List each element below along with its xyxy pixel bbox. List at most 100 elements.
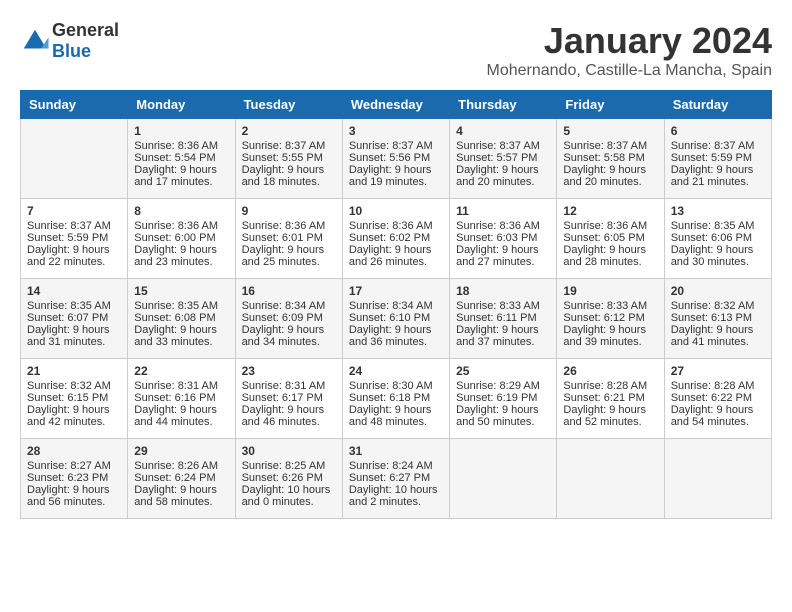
day-number: 5 (563, 124, 657, 138)
daylight-text: Daylight: 9 hours and 44 minutes. (134, 404, 228, 428)
daylight-text: Daylight: 10 hours and 2 minutes. (349, 484, 443, 508)
day-number: 12 (563, 204, 657, 218)
daylight-text: Daylight: 10 hours and 0 minutes. (242, 484, 336, 508)
calendar-week-row: 7Sunrise: 8:37 AMSunset: 5:59 PMDaylight… (21, 199, 772, 279)
sunset-text: Sunset: 6:05 PM (563, 232, 657, 244)
daylight-text: Daylight: 9 hours and 37 minutes. (456, 324, 550, 348)
calendar-week-row: 28Sunrise: 8:27 AMSunset: 6:23 PMDayligh… (21, 439, 772, 519)
calendar-title: January 2024 (487, 20, 773, 62)
day-number: 1 (134, 124, 228, 138)
calendar-cell: 27Sunrise: 8:28 AMSunset: 6:22 PMDayligh… (664, 359, 771, 439)
sunrise-text: Sunrise: 8:34 AM (349, 300, 443, 312)
sunset-text: Sunset: 5:57 PM (456, 152, 550, 164)
calendar-cell: 21Sunrise: 8:32 AMSunset: 6:15 PMDayligh… (21, 359, 128, 439)
sunset-text: Sunset: 5:59 PM (671, 152, 765, 164)
sunrise-text: Sunrise: 8:33 AM (456, 300, 550, 312)
sunrise-text: Sunrise: 8:26 AM (134, 460, 228, 472)
sunrise-text: Sunrise: 8:34 AM (242, 300, 336, 312)
calendar-cell (557, 439, 664, 519)
sunset-text: Sunset: 6:02 PM (349, 232, 443, 244)
calendar-cell: 16Sunrise: 8:34 AMSunset: 6:09 PMDayligh… (235, 279, 342, 359)
day-number: 26 (563, 364, 657, 378)
day-number: 14 (27, 284, 121, 298)
daylight-text: Daylight: 9 hours and 21 minutes. (671, 164, 765, 188)
day-number: 22 (134, 364, 228, 378)
sunset-text: Sunset: 6:18 PM (349, 392, 443, 404)
sunset-text: Sunset: 6:06 PM (671, 232, 765, 244)
sunset-text: Sunset: 6:19 PM (456, 392, 550, 404)
sunset-text: Sunset: 6:10 PM (349, 312, 443, 324)
calendar-cell: 13Sunrise: 8:35 AMSunset: 6:06 PMDayligh… (664, 199, 771, 279)
daylight-text: Daylight: 9 hours and 56 minutes. (27, 484, 121, 508)
sunset-text: Sunset: 5:58 PM (563, 152, 657, 164)
daylight-text: Daylight: 9 hours and 31 minutes. (27, 324, 121, 348)
sunset-text: Sunset: 6:24 PM (134, 472, 228, 484)
sunrise-text: Sunrise: 8:36 AM (456, 220, 550, 232)
day-number: 21 (27, 364, 121, 378)
logo: General Blue (20, 20, 119, 62)
calendar-cell: 20Sunrise: 8:32 AMSunset: 6:13 PMDayligh… (664, 279, 771, 359)
day-number: 2 (242, 124, 336, 138)
sunrise-text: Sunrise: 8:36 AM (349, 220, 443, 232)
day-number: 28 (27, 444, 121, 458)
sunrise-text: Sunrise: 8:29 AM (456, 380, 550, 392)
calendar-week-row: 14Sunrise: 8:35 AMSunset: 6:07 PMDayligh… (21, 279, 772, 359)
calendar-cell: 3Sunrise: 8:37 AMSunset: 5:56 PMDaylight… (342, 119, 449, 199)
day-number: 20 (671, 284, 765, 298)
sunset-text: Sunset: 6:08 PM (134, 312, 228, 324)
day-number: 23 (242, 364, 336, 378)
sunset-text: Sunset: 6:09 PM (242, 312, 336, 324)
calendar-cell: 28Sunrise: 8:27 AMSunset: 6:23 PMDayligh… (21, 439, 128, 519)
sunrise-text: Sunrise: 8:37 AM (671, 140, 765, 152)
sunrise-text: Sunrise: 8:36 AM (563, 220, 657, 232)
calendar-week-row: 1Sunrise: 8:36 AMSunset: 5:54 PMDaylight… (21, 119, 772, 199)
daylight-text: Daylight: 9 hours and 23 minutes. (134, 244, 228, 268)
day-number: 7 (27, 204, 121, 218)
day-number: 19 (563, 284, 657, 298)
daylight-text: Daylight: 9 hours and 20 minutes. (563, 164, 657, 188)
sunset-text: Sunset: 6:00 PM (134, 232, 228, 244)
sunset-text: Sunset: 5:59 PM (27, 232, 121, 244)
logo-text-blue: Blue (52, 41, 91, 61)
sunrise-text: Sunrise: 8:37 AM (242, 140, 336, 152)
sunset-text: Sunset: 6:26 PM (242, 472, 336, 484)
sunrise-text: Sunrise: 8:24 AM (349, 460, 443, 472)
sunset-text: Sunset: 6:03 PM (456, 232, 550, 244)
day-header-friday: Friday (557, 91, 664, 119)
calendar-cell: 29Sunrise: 8:26 AMSunset: 6:24 PMDayligh… (128, 439, 235, 519)
sunrise-text: Sunrise: 8:35 AM (134, 300, 228, 312)
calendar-cell: 12Sunrise: 8:36 AMSunset: 6:05 PMDayligh… (557, 199, 664, 279)
sunset-text: Sunset: 6:16 PM (134, 392, 228, 404)
sunrise-text: Sunrise: 8:28 AM (671, 380, 765, 392)
sunrise-text: Sunrise: 8:33 AM (563, 300, 657, 312)
calendar-cell (21, 119, 128, 199)
day-number: 10 (349, 204, 443, 218)
day-number: 4 (456, 124, 550, 138)
sunset-text: Sunset: 6:23 PM (27, 472, 121, 484)
calendar-week-row: 21Sunrise: 8:32 AMSunset: 6:15 PMDayligh… (21, 359, 772, 439)
sunrise-text: Sunrise: 8:30 AM (349, 380, 443, 392)
calendar-cell: 6 Sunrise: 8:37 AMSunset: 5:59 PMDaylight… (664, 119, 771, 199)
sunrise-text: Sunrise: 8:36 AM (134, 220, 228, 232)
sunset-text: Sunset: 6:11 PM (456, 312, 550, 324)
daylight-text: Daylight: 9 hours and 19 minutes. (349, 164, 443, 188)
daylight-text: Daylight: 9 hours and 46 minutes. (242, 404, 336, 428)
calendar-table: SundayMondayTuesdayWednesdayThursdayFrid… (20, 90, 772, 519)
sunrise-text: Sunrise: 8:35 AM (671, 220, 765, 232)
day-number: 15 (134, 284, 228, 298)
calendar-cell (450, 439, 557, 519)
calendar-cell: 1Sunrise: 8:36 AMSunset: 5:54 PMDaylight… (128, 119, 235, 199)
calendar-cell: 18Sunrise: 8:33 AMSunset: 6:11 PMDayligh… (450, 279, 557, 359)
calendar-cell: 24Sunrise: 8:30 AMSunset: 6:18 PMDayligh… (342, 359, 449, 439)
daylight-text: Daylight: 9 hours and 26 minutes. (349, 244, 443, 268)
sunrise-text: Sunrise: 8:36 AM (242, 220, 336, 232)
calendar-cell: 19Sunrise: 8:33 AMSunset: 6:12 PMDayligh… (557, 279, 664, 359)
day-number: 6 (671, 124, 765, 138)
daylight-text: Daylight: 9 hours and 27 minutes. (456, 244, 550, 268)
calendar-subtitle: Mohernando, Castille-La Mancha, Spain (487, 62, 773, 80)
calendar-cell: 11Sunrise: 8:36 AMSunset: 6:03 PMDayligh… (450, 199, 557, 279)
sunrise-text: Sunrise: 8:31 AM (242, 380, 336, 392)
daylight-text: Daylight: 9 hours and 36 minutes. (349, 324, 443, 348)
sunset-text: Sunset: 5:56 PM (349, 152, 443, 164)
day-number: 13 (671, 204, 765, 218)
